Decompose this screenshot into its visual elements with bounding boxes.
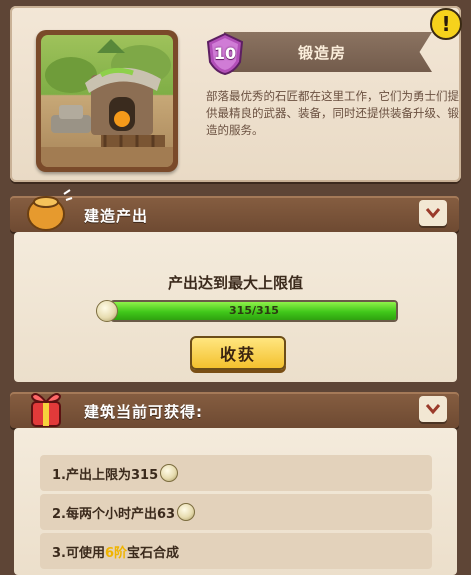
building-name: 锻造房 (297, 43, 346, 62)
reward-prefix: 3.可使用 (52, 545, 105, 561)
coin-icon (160, 464, 179, 482)
building-description: 部落最优秀的石匠都在这里工作，它们为勇士们提供最精良的武器、装备，同时还提供装备… (206, 89, 459, 137)
reward-suffix: 宝石合成 (127, 545, 180, 561)
forge-illustration (41, 39, 173, 167)
production-status: 产出达到最大上限值 (167, 274, 303, 292)
level-number: 10 (213, 44, 237, 63)
building-thumbnail (36, 30, 178, 172)
reward-item: 3.可使用 6阶 宝石合成 (40, 533, 432, 569)
reward-item: 2.每两个小时产出63 (40, 494, 432, 530)
building-info-screen: 锻造房 10 部落最优秀的石匠都在这里工作，它们为勇士们提供最精良的武器、装备，… (0, 0, 471, 575)
rewards-section-title: 建筑当前可获得: (84, 403, 203, 421)
reward-highlight: 6阶 (104, 545, 128, 561)
building-name-ribbon: 锻造房 (224, 32, 432, 72)
gift-icon (30, 393, 62, 427)
harvest-button[interactable]: 收获 (190, 336, 286, 370)
production-progress-bar: 315/315 (110, 300, 398, 322)
rewards-section-header[interactable]: 建筑当前可获得: (10, 392, 459, 428)
pot-icon (27, 189, 73, 231)
help-icon[interactable]: ! (430, 8, 462, 40)
rewards-collapse-button[interactable] (419, 396, 447, 422)
building-header-card: 锻造房 10 部落最优秀的石匠都在这里工作，它们为勇士们提供最精良的武器、装备，… (10, 6, 461, 182)
collapse-icon (425, 208, 441, 219)
collapse-icon (425, 404, 441, 415)
coin-icon (177, 503, 196, 521)
production-collapse-button[interactable] (419, 200, 447, 226)
production-section-header[interactable]: 建造产出 (10, 189, 459, 232)
level-badge: 10 (204, 32, 246, 76)
production-section-title: 建造产出 (84, 207, 149, 225)
reward-text: 2.每两个小时产出63 (52, 506, 176, 522)
reward-text: 1.产出上限为315 (52, 467, 159, 483)
coin-icon (96, 300, 118, 322)
production-progress-text: 315/315 (229, 304, 279, 317)
reward-item: 1.产出上限为315 (40, 455, 432, 491)
